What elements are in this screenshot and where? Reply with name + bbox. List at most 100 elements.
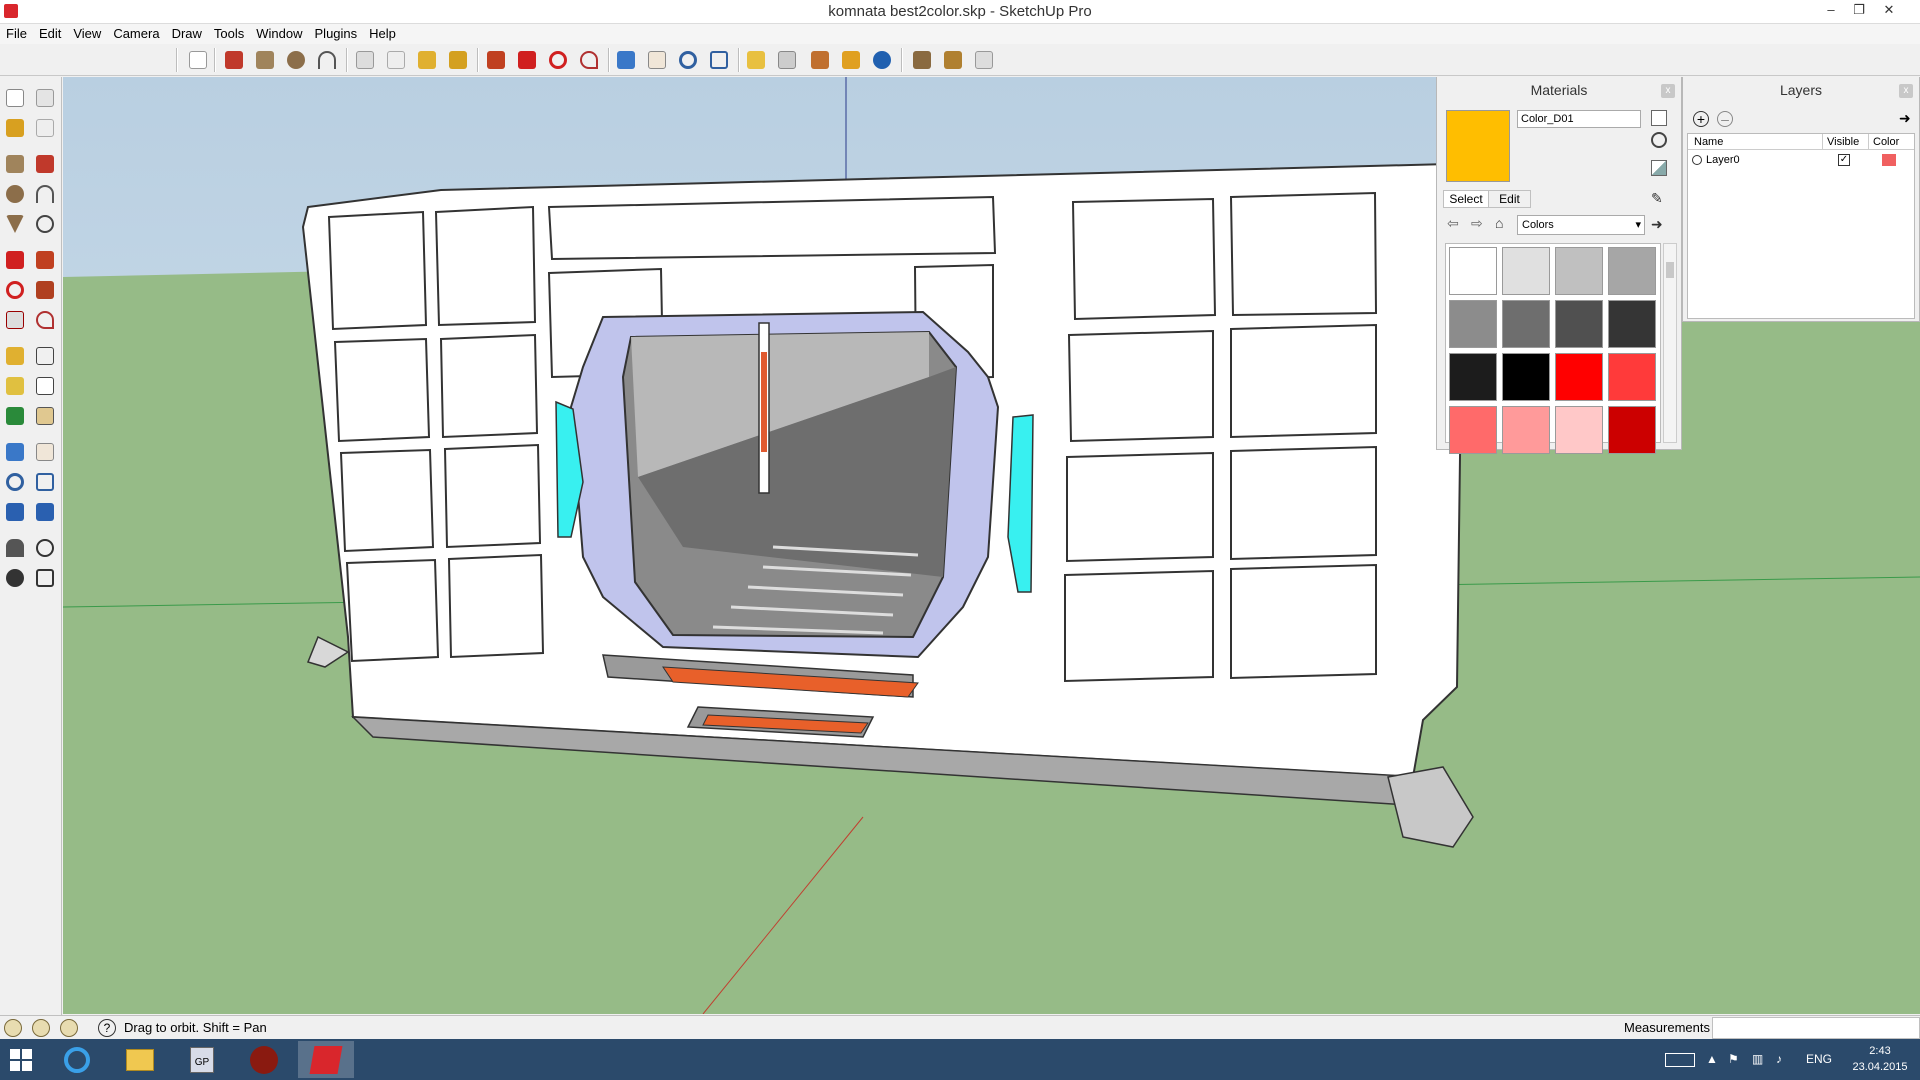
orbit-tool-button[interactable] [2,439,28,465]
material-swatch[interactable] [1608,300,1656,348]
text-tool-button[interactable] [32,373,58,399]
circle-tool-button[interactable] [284,48,308,72]
add-layer-icon[interactable]: + [1693,111,1709,127]
offset-tool-button[interactable] [577,48,601,72]
preview-google-earth-button[interactable] [839,48,863,72]
windows-start-icon[interactable] [10,1049,32,1071]
material-swatch[interactable] [1502,300,1550,348]
forward-arrow-icon[interactable]: ⇨ [1471,215,1483,232]
zoom-extents-button[interactable] [32,499,58,525]
menu-camera[interactable]: Camera [107,24,165,44]
create-material-icon[interactable] [1651,110,1667,126]
back-arrow-icon[interactable]: ⇦ [1447,215,1459,232]
measurements-field[interactable] [1712,1017,1920,1039]
follow-me-button[interactable] [32,277,58,303]
delete-layer-icon[interactable]: – [1717,111,1733,127]
3d-text-button[interactable] [32,403,58,429]
google-earth-button[interactable] [870,48,894,72]
zoom-tool-button[interactable] [2,469,28,495]
offset-tool-button[interactable] [32,307,58,333]
move-tool-button[interactable] [2,247,28,273]
tray-expand-icon[interactable]: ▲ [1706,1052,1718,1066]
material-swatch[interactable] [1608,353,1656,401]
system-clock[interactable]: 2:43 23.04.2015 [1850,1043,1910,1075]
tape-measure-button[interactable] [415,48,439,72]
layers-close-button[interactable]: x [1899,84,1913,98]
paint-bucket-button[interactable] [2,115,28,141]
polygon-tool-button[interactable] [2,211,28,237]
orbit-tool-button[interactable] [614,48,638,72]
menu-help[interactable]: Help [363,24,402,44]
material-swatch[interactable] [1555,353,1603,401]
active-layer-radio-icon[interactable] [1692,155,1702,165]
tab-select[interactable]: Select [1443,190,1489,208]
details-arrow-icon[interactable]: ➜ [1651,216,1663,233]
home-icon[interactable]: ⌂ [1495,215,1503,231]
input-language[interactable]: ENG [1806,1052,1832,1066]
push-pull-button[interactable] [484,48,508,72]
menu-edit[interactable]: Edit [33,24,67,44]
menu-draw[interactable]: Draw [166,24,208,44]
material-swatch[interactable] [1502,247,1550,295]
scale-tool-button[interactable] [2,307,28,333]
push-pull-button[interactable] [32,247,58,273]
freehand-tool-button[interactable] [32,211,58,237]
display-secondary-icon[interactable] [1651,132,1667,148]
extension-warehouse-button[interactable] [972,48,996,72]
eraser-tool-button[interactable] [32,115,58,141]
previous-view-button[interactable] [2,499,28,525]
action-center-icon[interactable]: ⚑ [1728,1052,1739,1066]
internet-explorer-task[interactable] [50,1041,106,1078]
swatch-scrollbar[interactable] [1663,243,1677,443]
make-component-button[interactable] [32,85,58,111]
layer-row[interactable]: Layer0 ✓ [1688,152,1914,168]
current-material-swatch[interactable] [1446,110,1510,182]
media-app-task[interactable] [236,1041,292,1078]
material-swatch[interactable] [1449,247,1497,295]
close-button[interactable]: ✕ [1876,0,1902,22]
details-arrow-icon[interactable]: ➜ [1899,110,1911,127]
arc-tool-button[interactable] [315,48,339,72]
pan-tool-button[interactable] [32,439,58,465]
photo-textures-button[interactable] [808,48,832,72]
user-icon[interactable] [60,1019,78,1037]
rotate-tool-button[interactable] [546,48,570,72]
keyboard-icon[interactable] [1665,1053,1695,1067]
rectangle-tool-button[interactable] [2,151,28,177]
arc-tool-button[interactable] [32,181,58,207]
line-tool-button[interactable] [222,48,246,72]
material-name-field[interactable] [1517,110,1641,128]
select-tool-button[interactable] [186,48,210,72]
circle-tool-button[interactable] [2,181,28,207]
section-plane-button[interactable] [32,565,58,591]
menu-view[interactable]: View [67,24,107,44]
material-swatch[interactable] [1608,406,1656,454]
scrollbar-thumb[interactable] [1666,262,1674,278]
rectangle-tool-button[interactable] [253,48,277,72]
tape-measure-button[interactable] [2,343,28,369]
sample-paint-icon[interactable]: ✎ [1651,190,1667,206]
make-component-button[interactable] [353,48,377,72]
materials-close-button[interactable]: x [1661,84,1675,98]
move-tool-button[interactable] [515,48,539,72]
select-tool-button[interactable] [2,85,28,111]
tab-edit[interactable]: Edit [1489,190,1531,208]
volume-icon[interactable]: ♪ [1776,1052,1782,1066]
material-swatch[interactable] [1449,406,1497,454]
restore-button[interactable]: ❐ [1846,0,1872,22]
default-material-icon[interactable] [1651,160,1667,176]
look-around-button[interactable] [32,535,58,561]
material-swatch[interactable] [1555,300,1603,348]
menu-file[interactable]: File [0,24,33,44]
credits-icon[interactable] [32,1019,50,1037]
pan-tool-button[interactable] [645,48,669,72]
material-swatch[interactable] [1449,300,1497,348]
position-camera-button[interactable] [2,535,28,561]
rotate-tool-button[interactable] [2,277,28,303]
share-model-button[interactable] [941,48,965,72]
3d-warehouse-button[interactable] [910,48,934,72]
axes-tool-button[interactable] [2,403,28,429]
toggle-terrain-button[interactable] [775,48,799,72]
line-tool-button[interactable] [32,151,58,177]
minimize-button[interactable]: – [1818,0,1844,22]
